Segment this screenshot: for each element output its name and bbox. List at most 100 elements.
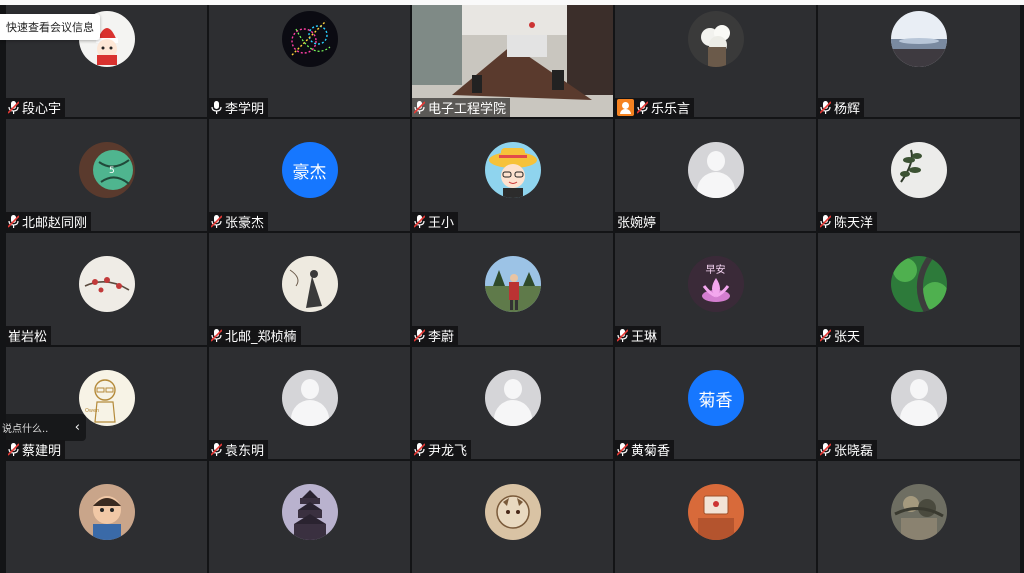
participant-name-label: 尹龙飞 xyxy=(412,440,472,459)
participant-tile[interactable]: 乐乐言 xyxy=(615,5,816,117)
participant-name: 张天 xyxy=(834,330,861,345)
mic-muted-icon xyxy=(414,329,425,342)
participant-name-label: 李蔚 xyxy=(412,326,459,345)
meeting-info-tooltip[interactable]: 快速查看会议信息 xyxy=(0,14,100,40)
participant-name: 段心宇 xyxy=(22,102,62,117)
default-avatar-icon xyxy=(281,370,338,426)
mic-muted-icon xyxy=(8,215,19,228)
participant-avatar xyxy=(78,484,135,540)
participant-avatar xyxy=(891,11,947,67)
participant-name-label: 杨辉 xyxy=(818,98,865,117)
mic-muted-icon xyxy=(637,101,648,114)
participant-name: 王小 xyxy=(428,216,455,231)
participant-avatar xyxy=(281,11,338,67)
participant-name-label: 张晓磊 xyxy=(818,440,878,459)
participant-name: 袁东明 xyxy=(225,444,265,459)
participant-tile-video[interactable]: 电子工程学院 xyxy=(412,5,613,117)
participant-tile[interactable]: 张晓磊 xyxy=(818,347,1020,459)
participant-name: 李学明 xyxy=(225,102,265,117)
video-grid: 段心宇 李学明 电子工程学院 乐乐言 杨辉 5 北邮赵同刚 豪杰 张豪杰 王小 … xyxy=(6,5,1024,573)
participant-tile[interactable]: 李学明 xyxy=(209,5,410,117)
participant-name-label: 李学明 xyxy=(209,98,269,117)
participant-tile[interactable] xyxy=(6,461,207,573)
participant-tile[interactable]: 张天 xyxy=(818,233,1020,345)
participant-tile[interactable]: 5 北邮赵同刚 xyxy=(6,119,207,231)
participant-tile[interactable]: 张婉婷 xyxy=(615,119,816,231)
participant-avatar xyxy=(891,142,947,198)
participant-name: 崔岩松 xyxy=(8,330,48,345)
mic-muted-icon xyxy=(211,215,222,228)
participant-tile[interactable] xyxy=(209,461,410,573)
participant-tile[interactable]: 北邮_郑桢楠 xyxy=(209,233,410,345)
participant-tile[interactable]: 陈天洋 xyxy=(818,119,1020,231)
participant-name-label: 北邮赵同刚 xyxy=(6,212,92,231)
participant-tile[interactable] xyxy=(615,461,816,573)
mic-muted-icon xyxy=(820,443,831,456)
mic-muted-icon xyxy=(820,215,831,228)
participant-name: 张豪杰 xyxy=(225,216,265,231)
participant-avatar xyxy=(687,11,744,67)
avatar-caption: 早安 xyxy=(705,265,726,276)
mic-muted-icon xyxy=(8,101,19,114)
mic-muted-icon xyxy=(820,329,831,342)
default-avatar-icon xyxy=(891,370,947,426)
participant-avatar xyxy=(891,256,947,312)
svg-text:Owen: Owen xyxy=(85,408,99,414)
participant-name-label: 崔岩松 xyxy=(6,326,52,345)
mic-muted-icon xyxy=(8,443,19,456)
mic-muted-icon xyxy=(617,443,628,456)
participant-tile[interactable]: 豪杰 张豪杰 xyxy=(209,119,410,231)
participant-name: 电子工程学院 xyxy=(428,102,507,117)
chat-input-placeholder[interactable]: 说点什么.. xyxy=(2,420,48,435)
participant-avatar xyxy=(281,256,338,312)
participant-name: 尹龙飞 xyxy=(428,444,468,459)
participant-name: 北邮_郑桢楠 xyxy=(225,330,297,345)
participant-name-label: 陈天洋 xyxy=(818,212,878,231)
mic-muted-icon xyxy=(414,443,425,456)
participant-name-label: 张婉婷 xyxy=(615,212,661,231)
participant-name: 张晓磊 xyxy=(834,444,874,459)
participant-name-label: 电子工程学院 xyxy=(412,98,511,117)
participant-name-label: 段心宇 xyxy=(6,98,66,117)
participant-tile[interactable] xyxy=(818,461,1020,573)
chevron-left-icon[interactable]: ‹ xyxy=(75,420,80,435)
participant-tile[interactable]: 崔岩松 xyxy=(6,233,207,345)
participant-avatar: Owen xyxy=(78,370,135,426)
participant-avatar xyxy=(484,484,541,540)
participant-name: 杨辉 xyxy=(834,102,861,117)
participant-text-avatar: 豪杰 xyxy=(281,142,338,198)
mic-on-icon xyxy=(211,101,222,114)
participant-avatar: 5 xyxy=(78,142,135,198)
participant-name-label: 袁东明 xyxy=(209,440,269,459)
participant-name: 蔡建明 xyxy=(22,444,62,459)
participant-tile[interactable]: 王小 xyxy=(412,119,613,231)
participant-name-label: 北邮_郑桢楠 xyxy=(209,326,301,345)
participant-avatar xyxy=(484,142,541,198)
participant-tile[interactable]: 菊香 黄菊香 xyxy=(615,347,816,459)
participant-tile[interactable] xyxy=(412,461,613,573)
mic-muted-icon xyxy=(211,329,222,342)
participant-avatar xyxy=(78,256,135,312)
participant-tile[interactable]: 杨辉 xyxy=(818,5,1020,117)
mic-muted-icon xyxy=(414,101,425,114)
participant-tile[interactable]: 袁东明 xyxy=(209,347,410,459)
participant-tile[interactable]: Owen 蔡建明 xyxy=(6,347,207,459)
participant-tile[interactable]: 早安 王琳 xyxy=(615,233,816,345)
mic-muted-icon xyxy=(617,329,628,342)
mic-muted-icon xyxy=(211,443,222,456)
mic-muted-icon xyxy=(414,215,425,228)
chat-input-bar[interactable]: 说点什么.. ‹ xyxy=(0,414,86,441)
participant-name: 李蔚 xyxy=(428,330,455,345)
participant-avatar xyxy=(281,484,338,540)
svg-text:5: 5 xyxy=(109,166,115,176)
participant-name-label: 王小 xyxy=(412,212,459,231)
participant-name-label: 蔡建明 xyxy=(6,440,66,459)
mic-muted-icon xyxy=(820,101,831,114)
default-avatar-icon xyxy=(687,142,744,198)
participant-tile[interactable]: 李蔚 xyxy=(412,233,613,345)
host-badge-icon xyxy=(617,99,634,116)
participant-text-avatar: 菊香 xyxy=(687,370,744,426)
participant-tile[interactable]: 尹龙飞 xyxy=(412,347,613,459)
participant-name-label: 张豪杰 xyxy=(209,212,269,231)
participant-name: 陈天洋 xyxy=(834,216,874,231)
